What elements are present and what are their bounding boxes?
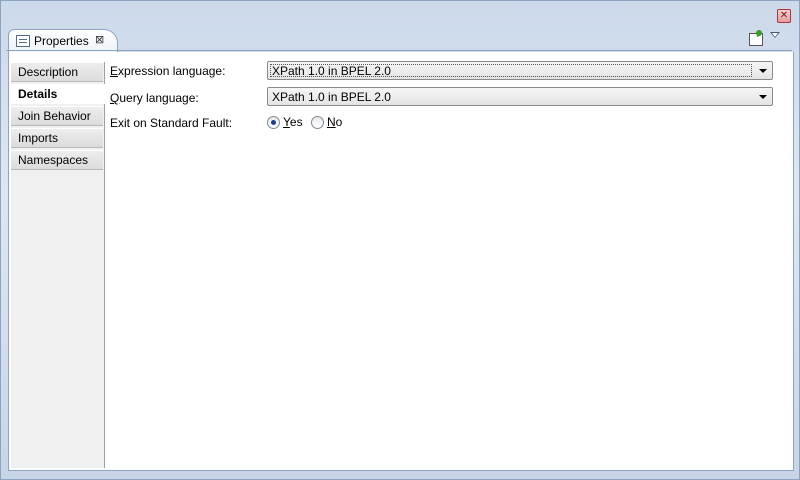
tab-close-icon[interactable]: ⊠ — [95, 33, 104, 46]
expression-language-label: Expression language: — [110, 64, 226, 78]
radio-no[interactable]: No — [311, 115, 351, 131]
view-tab-bar: Properties ⊠ — [6, 27, 792, 52]
section-tab-description[interactable]: Description — [11, 62, 103, 82]
radio-yes-indicator[interactable] — [267, 116, 280, 129]
section-tab-imports[interactable]: Imports — [11, 128, 103, 148]
section-tab-details[interactable]: Details — [11, 84, 105, 104]
tab-properties-label: Properties — [34, 34, 89, 48]
view-menu-icon[interactable] — [770, 32, 780, 38]
section-tabs: Description Details Join Behavior Import… — [11, 62, 105, 468]
query-language-select[interactable]: XPath 1.0 in BPEL 2.0 — [267, 87, 773, 106]
query-language-value: XPath 1.0 in BPEL 2.0 — [272, 90, 391, 104]
radio-no-indicator[interactable] — [311, 116, 324, 129]
chevron-down-icon — [759, 95, 767, 99]
expression-language-select[interactable]: XPath 1.0 in BPEL 2.0 — [267, 61, 773, 80]
exit-on-standard-fault-label: Exit on Standard Fault: — [110, 116, 233, 130]
query-language-label: Query language: — [110, 91, 199, 105]
radio-yes[interactable]: Yes — [267, 115, 307, 131]
tab-bar-divider — [6, 50, 792, 51]
table-icon — [16, 35, 30, 47]
expression-language-value: XPath 1.0 in BPEL 2.0 — [272, 64, 391, 78]
section-tab-join-behavior[interactable]: Join Behavior — [11, 106, 103, 126]
properties-content: Description Details Join Behavior Import… — [8, 52, 794, 471]
pin-icon[interactable] — [749, 33, 763, 46]
radio-yes-label: Yes — [283, 115, 303, 129]
window-close-icon[interactable]: ✕ — [777, 9, 791, 23]
radio-no-label: No — [327, 115, 343, 129]
section-tab-namespaces[interactable]: Namespaces — [11, 150, 103, 170]
tab-properties[interactable]: Properties ⊠ — [8, 29, 118, 52]
chevron-down-icon — [759, 69, 767, 73]
